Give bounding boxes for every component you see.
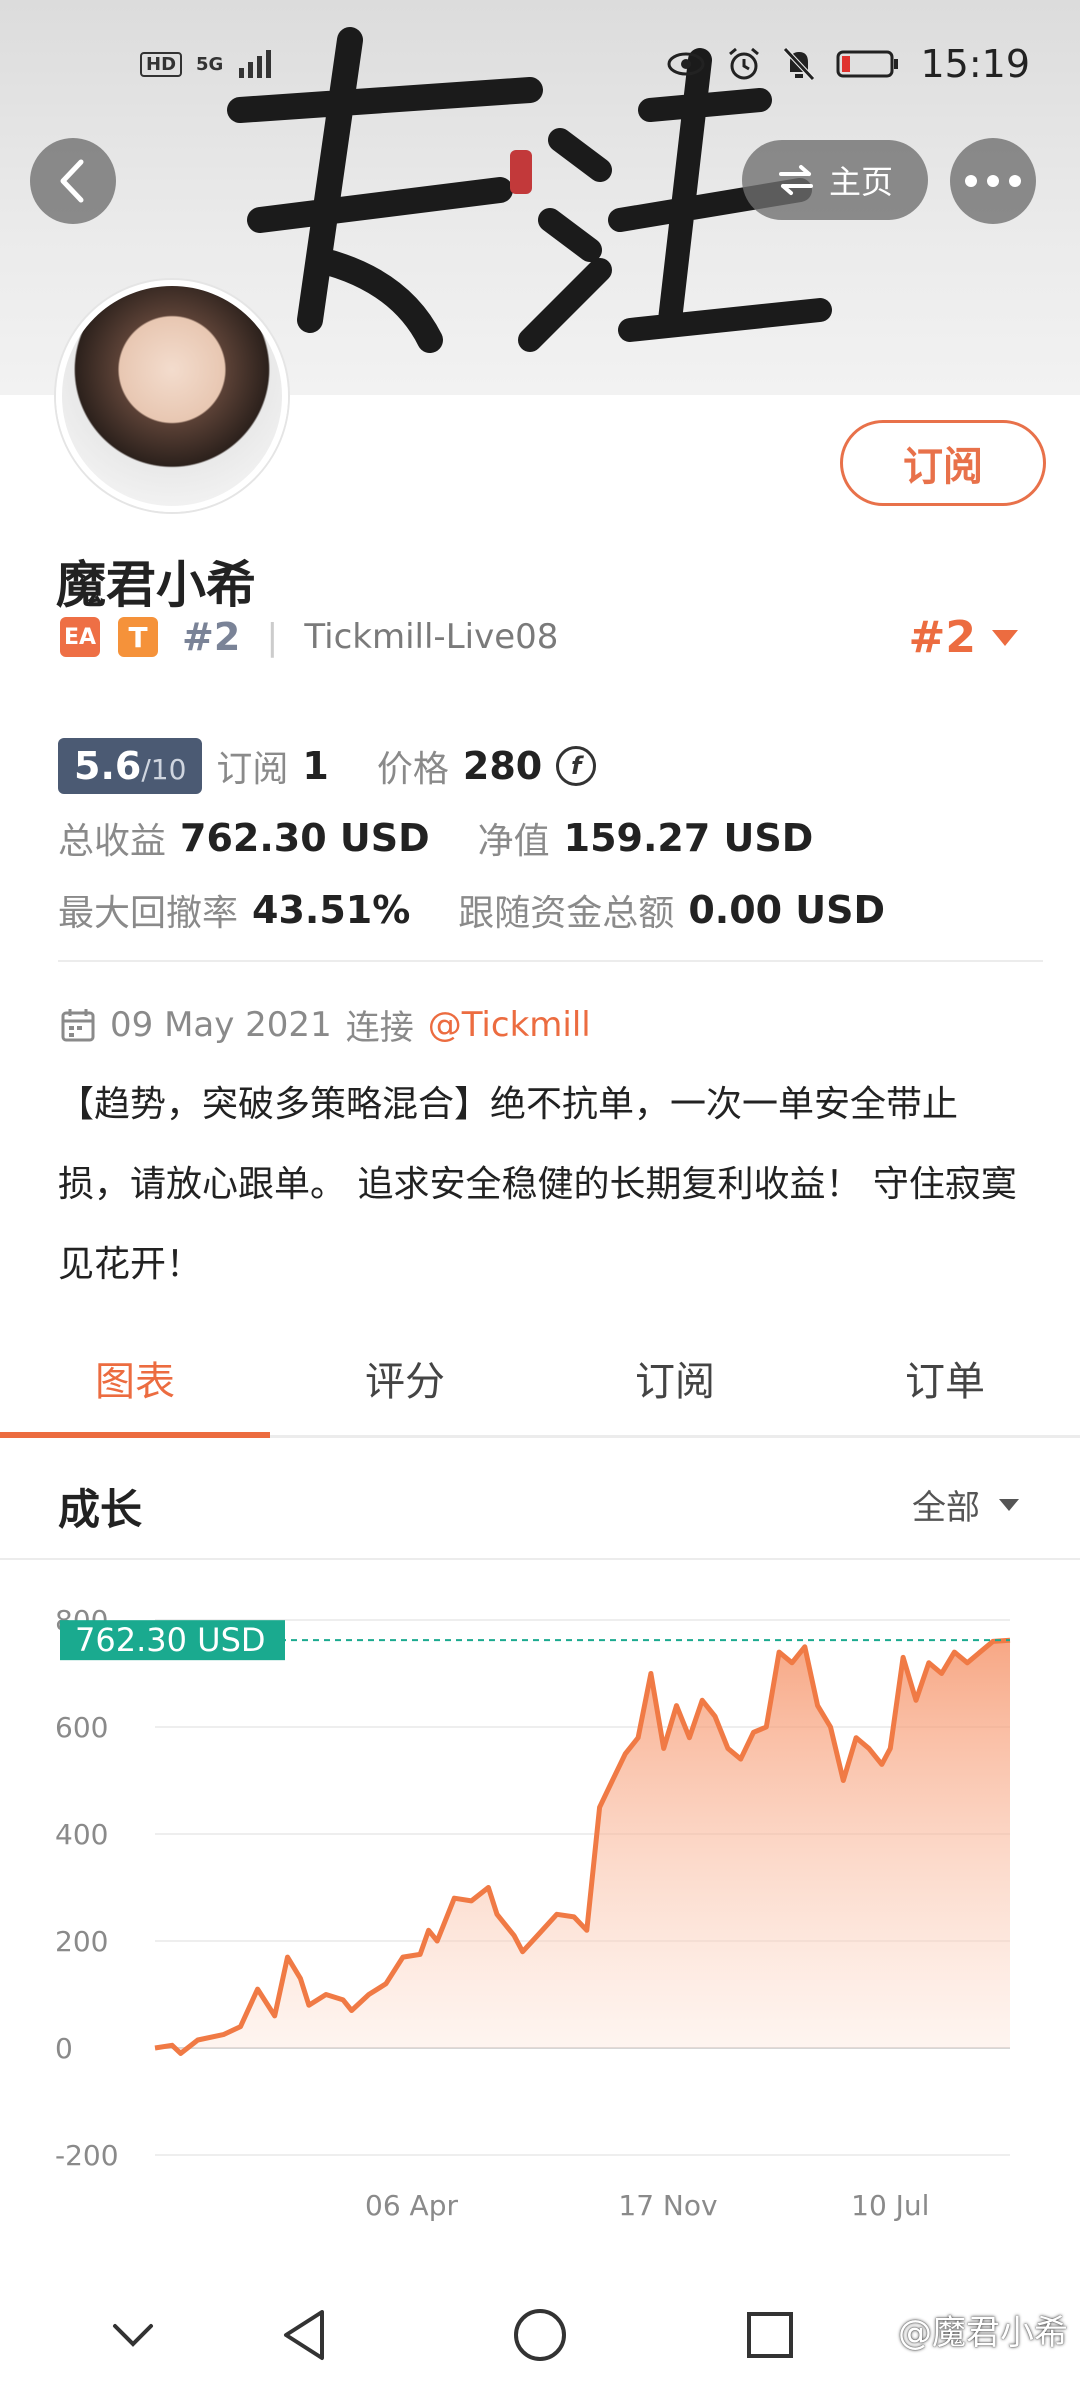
network-indicator: 5G	[196, 53, 224, 75]
status-time: 15:19	[920, 42, 1030, 86]
tab-chart[interactable]: 图表	[0, 1320, 270, 1438]
nav-recents-button[interactable]	[735, 2300, 805, 2370]
score-out-of: /10	[141, 753, 187, 786]
subscriptions-value: 1	[302, 744, 329, 788]
total-profit-value: 762.30 USD	[180, 816, 430, 860]
growth-title: 成长	[58, 1485, 143, 1534]
tab-bar: 图表 评分 订阅 订单	[0, 1320, 1080, 1438]
y-tick-label: 200	[55, 1925, 108, 1958]
current-value-label: 762.30 USD	[75, 1621, 266, 1659]
y-tick-label: -200	[55, 2139, 119, 2172]
rank-small: #2	[182, 615, 241, 659]
back-button[interactable]	[30, 138, 116, 224]
more-dots-icon	[965, 175, 1021, 187]
subscribe-button[interactable]: 订阅	[840, 420, 1046, 506]
rank-dropdown[interactable]: #2	[909, 612, 1020, 663]
square-recents-icon	[747, 2312, 793, 2358]
stats-row-score: 5.6 /10 订阅 1 价格 280 f	[58, 730, 885, 802]
growth-header: 成长 全部	[0, 1440, 1080, 1560]
tab-orders[interactable]: 订单	[810, 1320, 1080, 1435]
hd-indicator: HD	[140, 51, 183, 77]
net-value-value: 159.27 USD	[563, 816, 814, 860]
tags-row: EA T #2 | Tickmill-Live08	[60, 615, 558, 659]
tab-ratings[interactable]: 评分	[270, 1320, 540, 1435]
range-dropdown[interactable]: 全部	[912, 1480, 1020, 1529]
price-value: 280	[462, 744, 543, 788]
stats-row-drawdown: 最大回撤率 43.51% 跟随资金总额 0.00 USD	[58, 874, 885, 946]
broker-link[interactable]: @Tickmill	[428, 1005, 591, 1045]
x-tick-label: 06 Apr	[365, 2189, 458, 2222]
alarm-icon	[729, 47, 760, 80]
circle-home-icon	[514, 2309, 566, 2361]
calendar-icon	[61, 1008, 95, 1041]
stats-panel: 5.6 /10 订阅 1 价格 280 f 总收益 762.30 USD 净值 …	[58, 730, 885, 946]
caret-down-icon	[992, 629, 1018, 646]
swap-icon	[778, 165, 813, 195]
watermark-text: @魔君小希	[898, 2313, 1068, 2353]
price-label: 价格	[376, 749, 449, 790]
divider	[58, 960, 1043, 962]
chevron-left-icon	[60, 159, 84, 203]
signal-icon	[239, 50, 272, 78]
follow-funds-label: 跟随资金总额	[458, 893, 675, 934]
account-name: Tickmill-Live08	[304, 617, 559, 657]
user-avatar[interactable]	[56, 280, 288, 512]
triangle-back-icon	[284, 2310, 324, 2360]
y-tick-label: 600	[55, 1711, 108, 1744]
ea-badge: EA	[60, 617, 100, 657]
more-options-button[interactable]	[950, 138, 1036, 224]
coin-icon: f	[556, 746, 597, 786]
connect-label: 连接	[345, 1008, 414, 1048]
status-right-group: 15:19	[666, 42, 1030, 86]
max-drawdown-value: 43.51%	[252, 888, 411, 932]
subscriptions-label: 订阅	[216, 749, 289, 790]
strategy-description: 【趋势，突破多策略混合】绝不抗单，一次一单安全带止损，请放心跟单。 追求安全稳健…	[58, 1084, 1017, 1285]
home-label: 主页	[828, 163, 893, 201]
nav-collapse-button[interactable]	[98, 2300, 168, 2370]
growth-area	[155, 1640, 1010, 2054]
y-tick-label: 400	[55, 1818, 108, 1851]
tab-subscriptions[interactable]: 订阅	[540, 1320, 810, 1435]
score-badge: 5.6 /10	[58, 738, 203, 794]
mute-bell-icon	[783, 47, 816, 81]
score-value: 5.6	[74, 744, 142, 788]
eye-icon	[667, 52, 705, 76]
caret-down-icon	[999, 1498, 1019, 1511]
y-tick-label: 0	[55, 2032, 73, 2065]
separator: |	[266, 616, 279, 658]
nav-home-button[interactable]	[505, 2300, 575, 2370]
date-row: 09 May 2021 连接 @Tickmill	[60, 1000, 591, 1049]
chevron-down-icon	[113, 2324, 153, 2347]
max-drawdown-label: 最大回撤率	[58, 893, 239, 934]
trader-name: 魔君小希	[56, 556, 256, 614]
battery-icon	[836, 50, 899, 78]
range-value: 全部	[912, 1488, 980, 1528]
status-left-group: HD 5G	[140, 48, 277, 80]
total-profit-label: 总收益	[58, 821, 167, 862]
start-date: 09 May 2021	[110, 1004, 332, 1045]
stats-row-profit: 总收益 762.30 USD 净值 159.27 USD	[58, 802, 885, 874]
follow-funds-value: 0.00 USD	[688, 888, 886, 932]
rank-value: #2	[908, 612, 976, 663]
x-tick-label: 10 Jul	[851, 2189, 929, 2222]
t-badge: T	[118, 617, 158, 657]
x-tick-label: 17 Nov	[618, 2189, 717, 2222]
status-bar: HD 5G 15:19	[0, 0, 1080, 130]
nav-back-button[interactable]	[270, 2300, 340, 2370]
growth-chart[interactable]: 8006004002000-200 06 Apr17 Nov10 Jul 762…	[0, 1580, 1080, 2240]
net-value-label: 净值	[477, 821, 550, 862]
home-switch-button[interactable]: 主页	[742, 140, 928, 220]
